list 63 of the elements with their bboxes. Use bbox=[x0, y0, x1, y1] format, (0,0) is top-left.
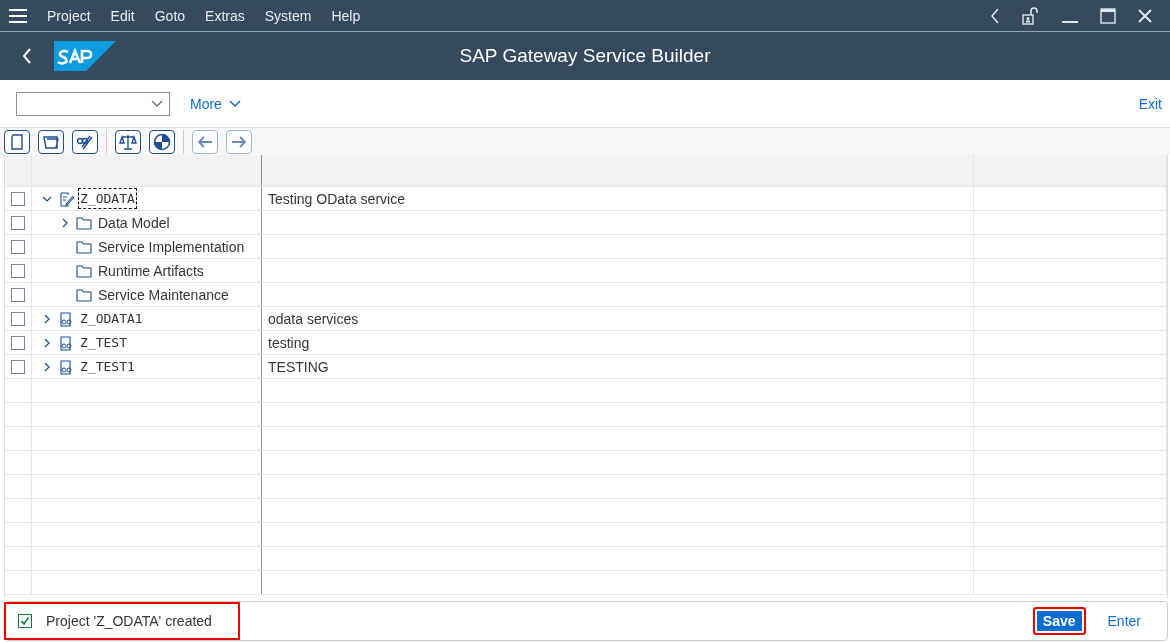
tree-node-label[interactable]: Z_TEST1 bbox=[79, 357, 136, 376]
menu-item[interactable]: System bbox=[264, 7, 312, 24]
document-glasses-icon bbox=[58, 310, 74, 327]
tree-node-label[interactable]: Service Implementation bbox=[97, 236, 246, 257]
back-icon[interactable] bbox=[22, 48, 32, 64]
more-menu-button[interactable]: More bbox=[190, 95, 241, 112]
folder-icon bbox=[76, 239, 92, 254]
new-document-button[interactable] bbox=[4, 129, 30, 154]
logo-icon bbox=[54, 41, 116, 71]
menu-item[interactable]: Project bbox=[47, 7, 91, 24]
tree-node-label[interactable]: Service Maintenance bbox=[97, 284, 230, 305]
window-title: SAP Gateway Service Builder bbox=[459, 45, 711, 67]
command-field[interactable] bbox=[16, 91, 170, 116]
display-change-button[interactable] bbox=[72, 129, 98, 154]
open-folder-button[interactable] bbox=[38, 129, 64, 154]
exit-button[interactable]: Exit bbox=[1138, 95, 1162, 112]
tree-node-label[interactable]: Runtime Artifacts bbox=[97, 260, 205, 281]
status-circle-button[interactable] bbox=[149, 129, 175, 154]
quarter-circle-icon bbox=[153, 132, 171, 151]
enter-button[interactable]: Enter bbox=[1097, 607, 1151, 635]
menu-icon[interactable] bbox=[9, 8, 27, 23]
chevron-right-icon[interactable] bbox=[42, 361, 52, 372]
chevron-right-icon[interactable] bbox=[60, 217, 70, 228]
row-checkbox[interactable] bbox=[11, 287, 25, 302]
tree-node-label[interactable]: Data Model bbox=[97, 212, 171, 233]
description-cell: testing bbox=[268, 334, 310, 351]
row-checkbox[interactable] bbox=[11, 359, 25, 374]
tree-node-label[interactable]: Z_ODATA1 bbox=[79, 309, 144, 328]
folder-icon bbox=[76, 215, 92, 230]
maximize-icon[interactable] bbox=[1100, 7, 1116, 24]
description-cell: Testing OData service bbox=[268, 190, 405, 207]
tree-node-label[interactable]: Z_TEST bbox=[79, 333, 128, 352]
scales-button[interactable] bbox=[115, 129, 141, 154]
tree-node-label[interactable]: Z_ODATA bbox=[79, 189, 136, 208]
description-cell: TESTING bbox=[268, 358, 329, 375]
chevron-down-icon bbox=[151, 99, 163, 108]
folder-icon bbox=[76, 263, 92, 278]
unlocked-padlock-icon[interactable] bbox=[1022, 6, 1040, 25]
folder-icon bbox=[76, 287, 92, 302]
row-checkbox[interactable] bbox=[11, 311, 25, 326]
document-pencil-icon bbox=[58, 190, 74, 207]
save-button[interactable]: Save bbox=[1032, 607, 1086, 635]
menu-item[interactable]: Help bbox=[331, 7, 361, 24]
row-checkbox[interactable] bbox=[11, 191, 25, 206]
scales-icon bbox=[119, 132, 137, 151]
menu-item[interactable]: Edit bbox=[110, 7, 135, 24]
row-checkbox[interactable] bbox=[11, 215, 25, 230]
close-icon[interactable] bbox=[1138, 8, 1152, 23]
row-checkbox[interactable] bbox=[11, 239, 25, 254]
new-document-icon bbox=[8, 132, 26, 151]
document-glasses-icon bbox=[58, 358, 74, 375]
menu-item[interactable]: Goto bbox=[154, 7, 186, 24]
row-checkbox[interactable] bbox=[11, 263, 25, 278]
menu-item[interactable]: Extras bbox=[205, 7, 245, 24]
chevron-right-icon[interactable] bbox=[42, 313, 52, 324]
checkmark-icon bbox=[18, 614, 32, 628]
chevron-left-icon[interactable] bbox=[990, 7, 1000, 24]
row-checkbox[interactable] bbox=[11, 335, 25, 350]
status-message: Project 'Z_ODATA' created bbox=[46, 613, 212, 629]
description-cell: odata services bbox=[268, 310, 359, 327]
document-glasses-icon bbox=[58, 334, 74, 351]
chevron-right-icon[interactable] bbox=[42, 337, 52, 348]
chevron-down-icon bbox=[228, 99, 241, 108]
